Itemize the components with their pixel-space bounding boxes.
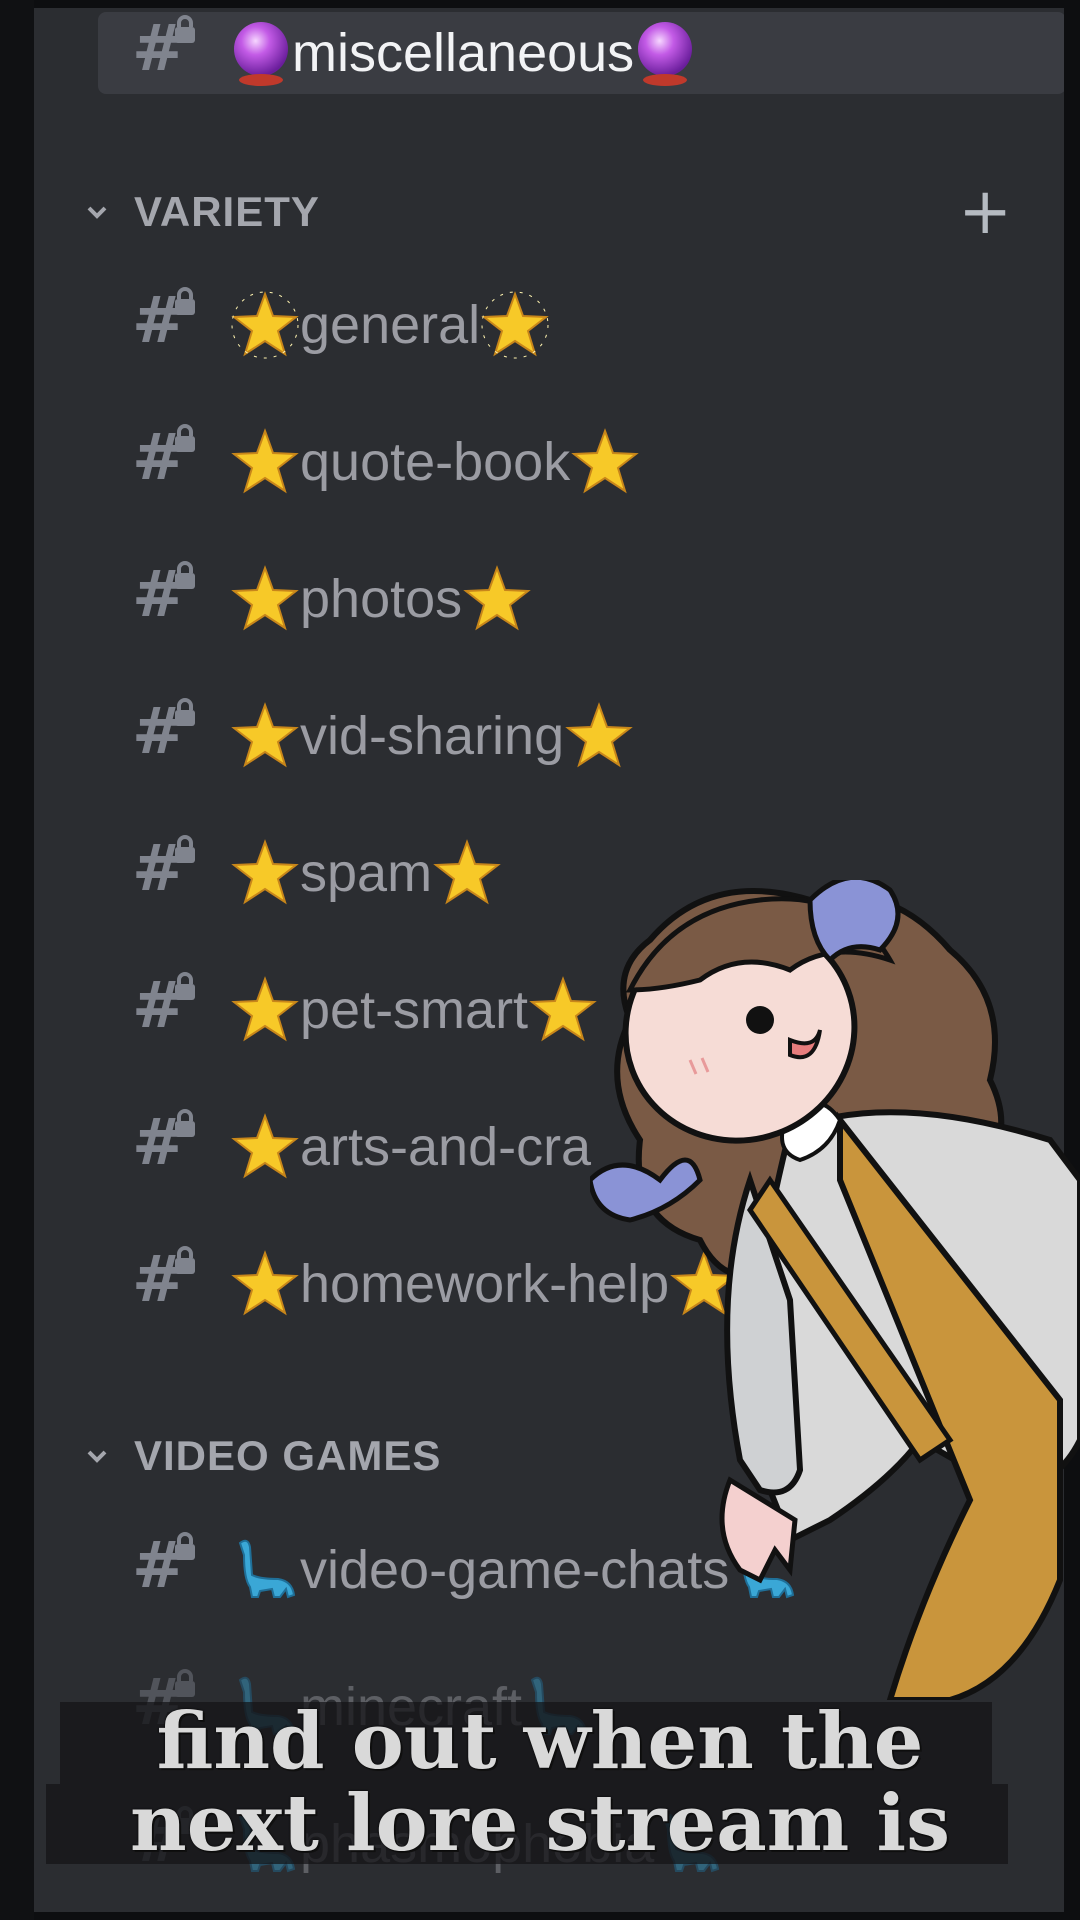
channel-item-miscellaneous[interactable]: # miscellaneous (98, 12, 1064, 94)
hash-lock-icon: # (132, 424, 196, 492)
glowing-star-icon (230, 975, 300, 1045)
glowing-star-icon (480, 290, 550, 360)
crystal-ball-icon (230, 20, 292, 86)
glowing-star-icon (462, 564, 532, 634)
caption-line-1: find out when the (156, 1696, 924, 1787)
channel-item[interactable]: # arts-and-cra (132, 1092, 591, 1202)
channel-item[interactable]: # spam (132, 818, 502, 928)
channel-item[interactable]: # pet-smart (132, 955, 598, 1065)
glowing-star-icon (230, 290, 300, 360)
sauropod-icon (230, 1535, 300, 1605)
category-video-games[interactable]: VIDEO GAMES (82, 1432, 441, 1480)
hash-lock-icon: # (132, 15, 196, 83)
hash-lock-icon: # (132, 835, 196, 903)
plus-icon[interactable]: + (958, 180, 1012, 244)
channel-label: miscellaneous (292, 23, 635, 83)
hash-lock-icon: # (132, 698, 196, 766)
caption-line-2: next lore stream is (130, 1778, 950, 1869)
left-edge (0, 0, 34, 1920)
glowing-star-icon (570, 427, 640, 497)
hash-lock-icon: # (132, 1532, 196, 1600)
hash-lock-icon: # (132, 561, 196, 629)
hash-lock-icon: # (132, 1109, 196, 1177)
hash-lock-icon: # (132, 1246, 196, 1314)
glowing-star-icon (230, 838, 300, 908)
hash-lock-icon: # (132, 972, 196, 1040)
category-label: VIDEO GAMES (134, 1432, 442, 1479)
glowing-star-icon (528, 975, 598, 1045)
cartoon-character-illustration (590, 880, 1080, 1700)
channel-label: arts-and-cra (300, 1117, 592, 1177)
crystal-ball-icon (634, 20, 696, 86)
channel-item[interactable]: # photos (132, 544, 532, 654)
channel-label: general (300, 295, 481, 355)
glowing-star-icon (230, 564, 300, 634)
video-frame: # miscellaneous VARIETY + # general # qu… (0, 0, 1080, 1920)
category-label: VARIETY (134, 188, 320, 235)
channel-item[interactable]: # quote-book (132, 407, 640, 517)
chevron-down-icon (87, 1450, 107, 1463)
glowing-star-icon (230, 701, 300, 771)
hash-lock-icon: # (132, 287, 196, 355)
channel-label: vid-sharing (300, 706, 565, 766)
glowing-star-icon (230, 1112, 300, 1182)
channel-item[interactable]: # vid-sharing (132, 681, 634, 791)
glowing-star-icon (230, 1249, 300, 1319)
chevron-down-icon (87, 206, 107, 219)
channel-label: pet-smart (300, 980, 529, 1040)
channel-label: spam (300, 843, 433, 903)
channel-label: quote-book (300, 432, 571, 492)
glowing-star-icon (432, 838, 502, 908)
glowing-star-icon (230, 427, 300, 497)
channel-label: photos (300, 569, 463, 629)
glowing-star-icon (564, 701, 634, 771)
channel-item[interactable]: # general (132, 270, 550, 380)
category-variety[interactable]: VARIETY (82, 188, 320, 236)
